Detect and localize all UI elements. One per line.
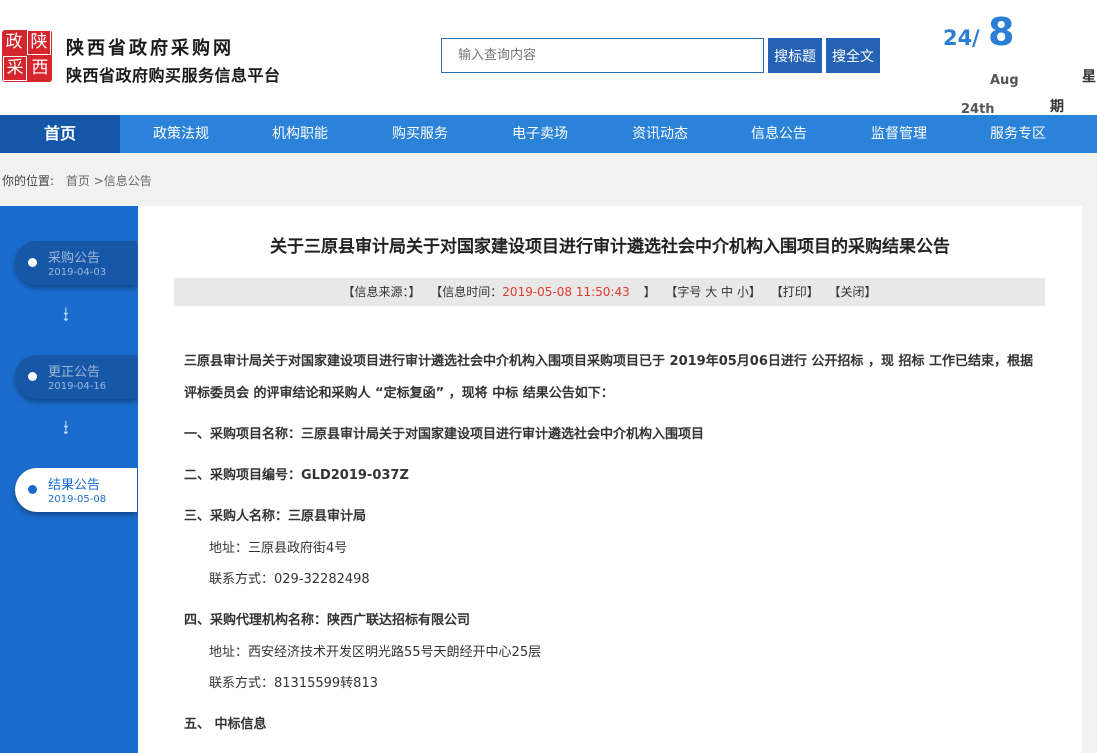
timeline-step-correction[interactable]: 更正公告 2019-04-16: [15, 355, 137, 399]
meta-time-end: 】: [643, 285, 656, 299]
step-dot-icon: [28, 485, 37, 494]
timeline-step-result[interactable]: 结果公告 2019-05-08: [15, 468, 137, 512]
logo-char: 西: [31, 58, 49, 78]
notice-timeline: 采购公告 2019-04-03 ↓ ↓ 更正公告 2019-04-16 ↓ ↓ 结果…: [0, 206, 138, 753]
search-title-button[interactable]: 搜标题: [768, 38, 822, 73]
search-input[interactable]: [441, 38, 764, 73]
article-title: 关于三原县审计局关于对国家建设项目进行审计遴选社会中介机构入围项目的采购结果公告: [270, 237, 950, 257]
date-month: 8: [988, 10, 1015, 54]
nav-item-supervision[interactable]: 监督管理: [839, 115, 959, 153]
step-date: 2019-04-16: [48, 381, 107, 392]
purchaser-phone: 联系方式：029-32282498: [209, 572, 370, 587]
logo-char: 政: [5, 32, 23, 52]
meta-time-value: 2019-05-08 11:50:43: [502, 285, 630, 299]
step-dot-icon: [28, 372, 37, 381]
winning-bid-heading: 五、 中标信息: [184, 717, 267, 732]
purchaser-name: 三、采购人名称：三原县审计局: [184, 509, 367, 524]
intro-paragraph-line: 三原县审计局关于对国家建设项目进行审计遴选社会中介机构入围项目采购项目已于 20…: [184, 354, 1033, 369]
site-subtitle: 陕西省政府购买服务信息平台: [66, 66, 281, 85]
nav-item-notices[interactable]: 信息公告: [719, 115, 839, 153]
nav-item-home[interactable]: 首页: [0, 115, 120, 153]
site-title[interactable]: 陕西省政府采购网: [66, 34, 234, 60]
date-day: 24: [943, 26, 973, 50]
meta-time-label: 【信息时间：: [430, 285, 503, 299]
nav-item-agency[interactable]: 机构职能: [240, 115, 360, 153]
nav-item-services[interactable]: 服务专区: [958, 115, 1078, 153]
down-arrow-icon: ↓ ↓: [61, 420, 71, 437]
intro-paragraph-line: 评标委员会 的评审结论和采购人 “定标复函” ，现将 中标 结果公告如下：: [184, 386, 614, 401]
site-header: 政 陕 采 西 陕西省政府采购网 陕西省政府购买服务信息平台 搜标题 搜全文 2…: [0, 0, 1097, 117]
purchaser-address: 地址：三原县政府街4号: [209, 541, 348, 556]
logo-char: 采: [3, 56, 27, 81]
step-label: 更正公告: [48, 365, 101, 380]
step-label: 采购公告: [48, 251, 101, 266]
step-dot-icon: [28, 258, 37, 267]
nav-item-policy[interactable]: 政策法规: [121, 115, 241, 153]
nav-item-news[interactable]: 资讯动态: [600, 115, 720, 153]
step-date: 2019-04-03: [48, 267, 107, 278]
date-month-abbr: Aug: [990, 73, 1019, 88]
timeline-step-procurement[interactable]: 采购公告 2019-04-03: [15, 241, 137, 285]
nav-item-purchase-service[interactable]: 购买服务: [360, 115, 480, 153]
date-weekday-char: 期: [1050, 99, 1064, 115]
nav-item-e-mall[interactable]: 电子卖场: [480, 115, 600, 153]
date-slash: /: [972, 26, 980, 50]
close-link[interactable]: 【关闭】: [829, 285, 877, 299]
print-link[interactable]: 【打印】: [771, 285, 819, 299]
down-arrow-icon: ↓ ↓: [61, 307, 71, 324]
breadcrumb-label: 你的位置:: [2, 174, 55, 188]
breadcrumb-path[interactable]: 首页 >信息公告: [66, 174, 152, 188]
site-logo[interactable]: 政 陕 采 西: [2, 30, 52, 82]
date-weekday-char: 星: [1082, 69, 1096, 85]
article-meta-bar: 【信息来源：】 【信息时间：2019-05-08 11:50:43 】 【字号 …: [174, 278, 1045, 306]
step-date: 2019-05-08: [48, 494, 107, 505]
meta-source: 【信息来源：】: [342, 285, 421, 299]
article: 关于三原县审计局关于对国家建设项目进行审计遴选社会中介机构入围项目的采购结果公告…: [138, 206, 1082, 753]
main-nav: 首页 政策法规 机构职能 购买服务 电子卖场 资讯动态 信息公告 监督管理 服务…: [0, 115, 1097, 153]
agency-phone: 联系方式：81315599转813: [209, 676, 378, 691]
step-label: 结果公告: [48, 478, 101, 493]
project-name: 一、采购项目名称：三原县审计局关于对国家建设项目进行审计遴选社会中介机构入围项目: [184, 427, 705, 442]
search-fulltext-button[interactable]: 搜全文: [826, 38, 880, 73]
logo-char: 陕: [27, 30, 51, 55]
project-number: 二、采购项目编号：GLD2019-037Z: [184, 468, 409, 483]
breadcrumb: 你的位置: 首页 >信息公告: [2, 172, 152, 189]
agency-name: 四、采购代理机构名称：陕西广联达招标有限公司: [184, 613, 471, 628]
font-size-control[interactable]: 【字号 大 中 小】: [665, 285, 760, 299]
agency-address: 地址：西安经济技术开发区明光路55号天朗经开中心25层: [209, 645, 542, 660]
